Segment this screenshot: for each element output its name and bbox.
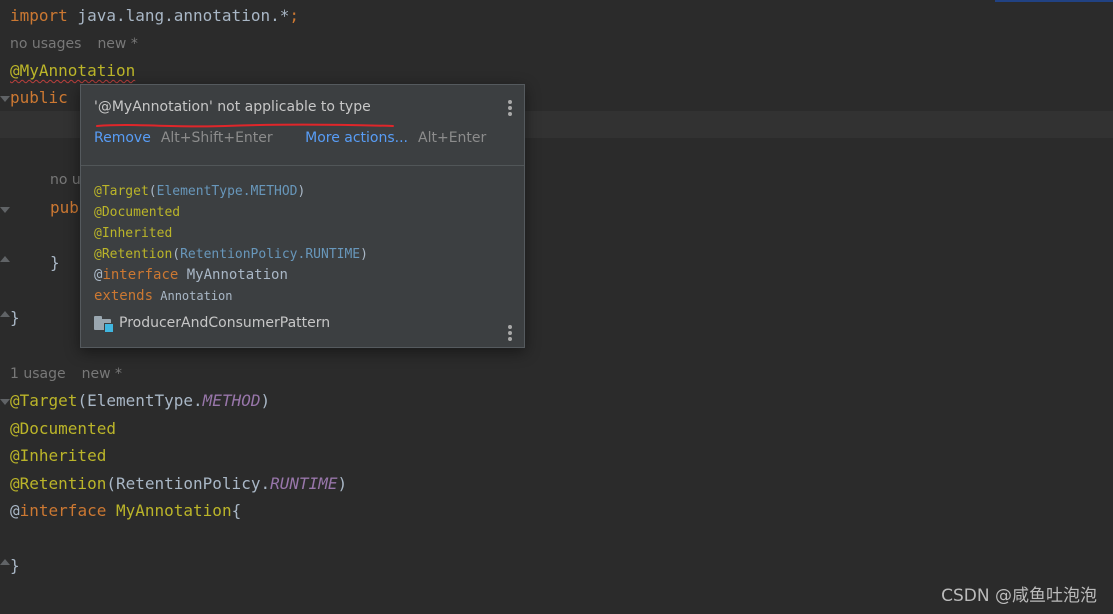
paren: ) xyxy=(260,391,271,410)
code-line-retention: @Retention(RetentionPolicy.RUNTIME) xyxy=(10,472,347,496)
usage-hint[interactable]: no usages new * xyxy=(10,34,138,54)
usages-hint-text[interactable]: 1 usage xyxy=(10,366,66,382)
doc-annotation: @Inherited xyxy=(94,226,173,241)
doc-annotation: @Target xyxy=(94,184,149,199)
fold-marker-icon[interactable] xyxy=(0,559,10,565)
code-line-interface: @interface MyAnnotation{ xyxy=(10,499,241,523)
error-message: '@MyAnnotation' not applicable to type xyxy=(94,99,371,115)
module-folder-icon xyxy=(94,315,114,333)
target-constant: METHOD xyxy=(202,391,261,410)
doc-line-target: @Target(ElementType.METHOD) xyxy=(94,181,368,202)
doc-superclass[interactable]: Annotation xyxy=(153,289,232,303)
status-hint-text: new * xyxy=(97,36,138,52)
doc-keyword: extends xyxy=(94,288,154,304)
code-line-import: import java.lang.annotation.*; xyxy=(10,4,299,28)
module-name: ProducerAndConsumerPattern xyxy=(119,315,331,331)
paren: ( xyxy=(172,247,181,262)
closing-brace: } xyxy=(50,253,60,272)
code-line-inherited: @Inherited xyxy=(10,444,106,468)
fold-marker-icon[interactable] xyxy=(0,256,10,262)
keyword-public: public xyxy=(10,88,68,107)
keyword-interface: interface xyxy=(19,501,107,520)
documentation-body: @Target(ElementType.METHOD) @Documented … xyxy=(94,181,368,307)
kebab-menu-icon[interactable] xyxy=(508,325,512,341)
doc-annotation: @Retention xyxy=(94,247,173,262)
code-line-documented: @Documented xyxy=(10,417,116,441)
code-line-method: pub xyxy=(50,196,79,220)
interface-name: MyAnnotation xyxy=(106,501,232,520)
code-line-brace-inner: } xyxy=(50,251,60,275)
code-line-public: public xyxy=(10,86,68,110)
closing-brace: } xyxy=(10,556,20,575)
status-hint-text: new * xyxy=(81,366,122,382)
module-location: ProducerAndConsumerPattern xyxy=(94,315,331,333)
more-actions-shortcut: Alt+Enter xyxy=(418,130,487,146)
usages-hint-text[interactable]: no usages xyxy=(10,36,81,52)
doc-line-retention: @Retention(RetentionPolicy.RUNTIME) xyxy=(94,244,368,265)
scroll-indicator xyxy=(995,0,1113,2)
paren: ) xyxy=(360,247,368,262)
remove-shortcut: Alt+Shift+Enter xyxy=(160,130,273,146)
popup-header: '@MyAnnotation' not applicable to type R… xyxy=(81,85,524,166)
keyword-public: pub xyxy=(50,198,79,217)
usage-hint-inner[interactable]: no u xyxy=(50,170,81,190)
error-popup[interactable]: '@MyAnnotation' not applicable to type R… xyxy=(80,84,525,348)
quick-fix-actions: Remove Alt+Shift+Enter More actions... Alt… xyxy=(94,130,486,146)
doc-annotation: @Documented xyxy=(94,205,181,220)
code-line-annotation: @MyAnnotation xyxy=(10,59,135,83)
more-actions-link[interactable]: More actions... xyxy=(305,130,408,146)
annotation-inherited: @Inherited xyxy=(10,446,107,465)
at-sign: @ xyxy=(10,501,20,520)
doc-line-extends: extends Annotation xyxy=(94,286,368,307)
kebab-menu-icon[interactable] xyxy=(508,100,512,116)
import-path: java.lang.annotation.* xyxy=(67,6,290,25)
usage-hint[interactable]: 1 usage new * xyxy=(10,364,122,384)
doc-line-documented: @Documented xyxy=(94,202,368,223)
retention-constant: RUNTIME xyxy=(270,474,338,493)
doc-link[interactable]: RetentionPolicy.RUNTIME xyxy=(180,247,360,262)
doc-line-inherited: @Inherited xyxy=(94,223,368,244)
doc-interface-name: MyAnnotation xyxy=(178,267,288,283)
paren: ) xyxy=(337,474,348,493)
annotation-target: @Target xyxy=(10,391,78,410)
closing-brace: } xyxy=(10,308,20,327)
code-line-brace-final: } xyxy=(10,554,20,578)
keyword-import: import xyxy=(10,6,68,25)
fold-marker-icon[interactable] xyxy=(0,399,10,405)
target-type: (ElementType. xyxy=(77,391,203,410)
doc-keyword: interface xyxy=(102,267,179,283)
code-line-brace-outer: } xyxy=(10,306,20,330)
code-line-target: @Target(ElementType.METHOD) xyxy=(10,389,270,413)
doc-link[interactable]: ElementType.METHOD xyxy=(157,184,298,199)
fold-marker-icon[interactable] xyxy=(0,96,10,102)
paren: ( xyxy=(148,184,157,199)
semicolon: ; xyxy=(289,6,299,25)
doc-line-interface: @interface MyAnnotation xyxy=(94,265,368,286)
annotation-retention: @Retention xyxy=(10,474,107,493)
fold-marker-icon[interactable] xyxy=(0,207,10,213)
paren: ) xyxy=(297,184,306,199)
annotation-documented: @Documented xyxy=(10,419,116,438)
annotation-error-token[interactable]: @MyAnnotation xyxy=(10,61,135,80)
fold-marker-icon[interactable] xyxy=(0,311,10,317)
opening-brace: { xyxy=(231,501,242,520)
remove-action-link[interactable]: Remove xyxy=(94,130,151,146)
retention-type: (RetentionPolicy. xyxy=(106,474,271,493)
usages-hint-text[interactable]: no u xyxy=(50,172,81,188)
watermark: CSDN @咸鱼吐泡泡 xyxy=(941,586,1097,606)
